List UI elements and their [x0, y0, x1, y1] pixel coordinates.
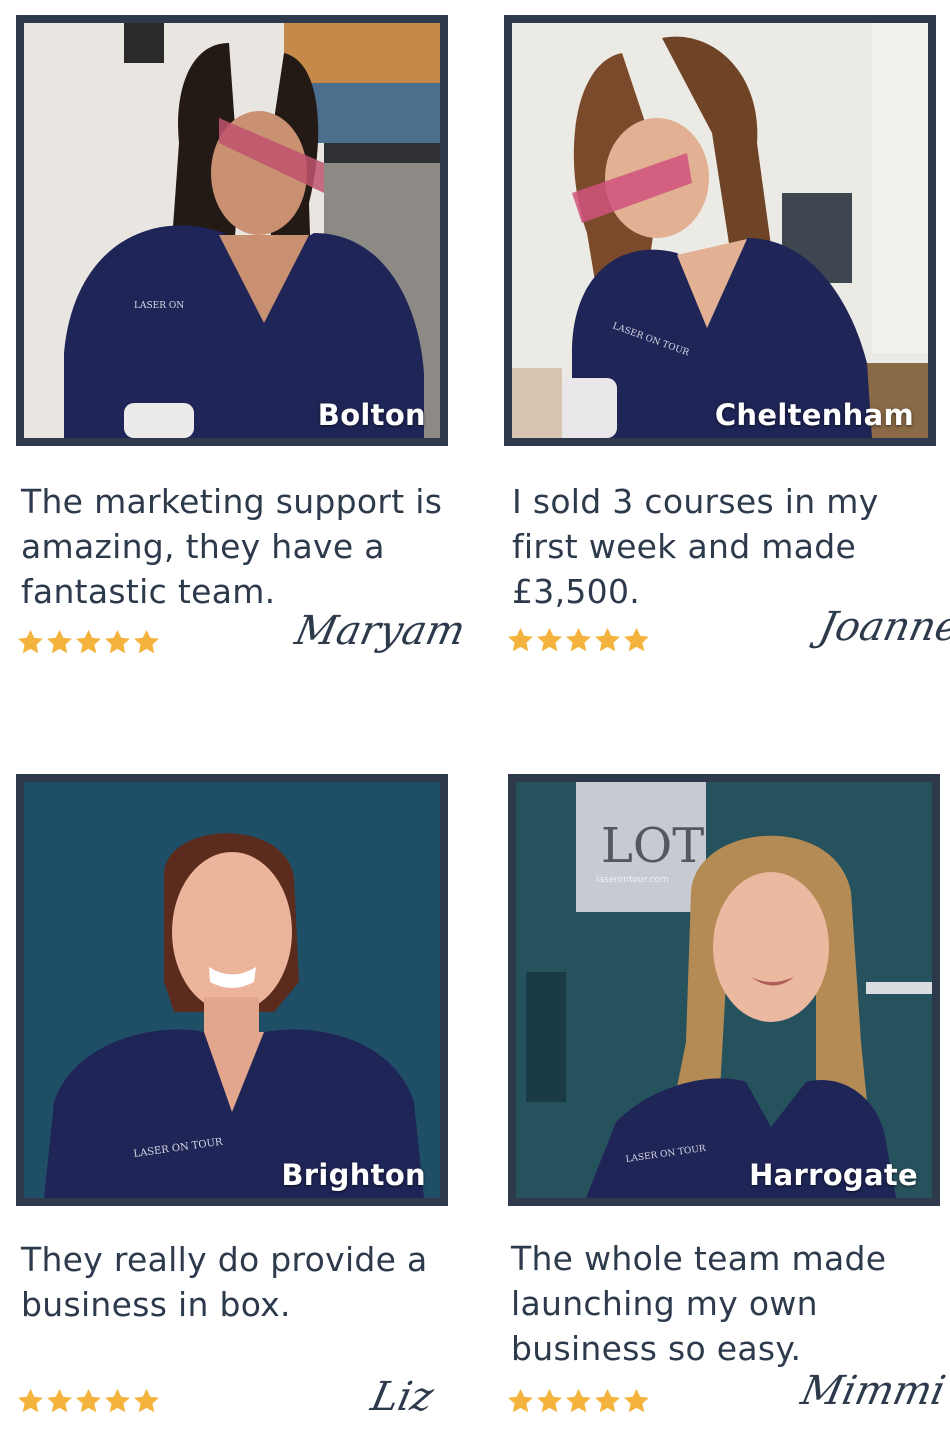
testimonial-quote: The marketing support is amazing, they h… — [21, 482, 443, 611]
star-icon — [18, 629, 43, 654]
clinician-photo-image: LASER ON TOUR — [512, 23, 928, 438]
svg-text:LASER ON: LASER ON — [134, 301, 184, 311]
star-icon — [18, 1388, 43, 1413]
star-icon — [595, 627, 620, 652]
star-icon — [595, 1388, 620, 1413]
testimonial-card-bolton: LASER ON Bolton The marketing support is… — [0, 0, 475, 700]
star-icon — [624, 627, 649, 652]
star-rating — [16, 1387, 161, 1416]
clinician-photo-image: LOT laserontour.com LASER ON TOUR — [516, 782, 932, 1198]
testimonial-photo: LASER ON TOUR Cheltenham — [504, 15, 936, 446]
location-label: Bolton — [317, 398, 426, 432]
star-icon — [624, 1388, 649, 1413]
testimonial-photo: LASER ON Bolton — [16, 15, 448, 446]
star-icon — [76, 629, 101, 654]
testimonial-quote: They really do provide a business in box… — [21, 1240, 428, 1324]
testimonial-card-brighton: LASER ON TOUR Brighton They really do pr… — [0, 700, 475, 1454]
testimonial-card-cheltenham: LASER ON TOUR Cheltenham I sold 3 course… — [475, 0, 950, 700]
star-icon — [566, 1388, 591, 1413]
star-icon — [508, 1388, 533, 1413]
star-icon — [47, 1388, 72, 1413]
signature: Joanne — [815, 604, 950, 650]
star-icon — [76, 1388, 101, 1413]
star-rating — [506, 1387, 651, 1416]
star-icon — [105, 1388, 130, 1413]
testimonial-photo: LOT laserontour.com LASER ON TOUR Harrog… — [508, 774, 940, 1206]
signature: Liz — [367, 1374, 438, 1420]
star-icon — [537, 1388, 562, 1413]
star-rating — [16, 628, 161, 657]
testimonial-card-harrogate: LOT laserontour.com LASER ON TOUR Harrog… — [475, 700, 950, 1454]
star-icon — [105, 629, 130, 654]
clinician-photo-image: LASER ON — [24, 23, 440, 438]
clinician-photo-image: LASER ON TOUR — [24, 782, 440, 1198]
svg-text:laserontour.com: laserontour.com — [596, 875, 669, 885]
star-icon — [134, 629, 159, 654]
svg-text:LOT: LOT — [601, 818, 704, 874]
star-icon — [508, 627, 533, 652]
testimonial-quote: I sold 3 courses in my first week and ma… — [512, 482, 879, 611]
star-rating — [506, 626, 651, 655]
location-label: Cheltenham — [714, 398, 914, 432]
location-label: Brighton — [281, 1158, 426, 1192]
testimonial-quote: The whole team made launching my own bus… — [511, 1239, 887, 1368]
star-icon — [566, 627, 591, 652]
location-label: Harrogate — [749, 1158, 918, 1192]
signature: Mimmi — [797, 1368, 950, 1414]
star-icon — [47, 629, 72, 654]
testimonial-photo: LASER ON TOUR Brighton — [16, 774, 448, 1206]
star-icon — [134, 1388, 159, 1413]
signature: Maryam — [291, 608, 470, 654]
star-icon — [537, 627, 562, 652]
